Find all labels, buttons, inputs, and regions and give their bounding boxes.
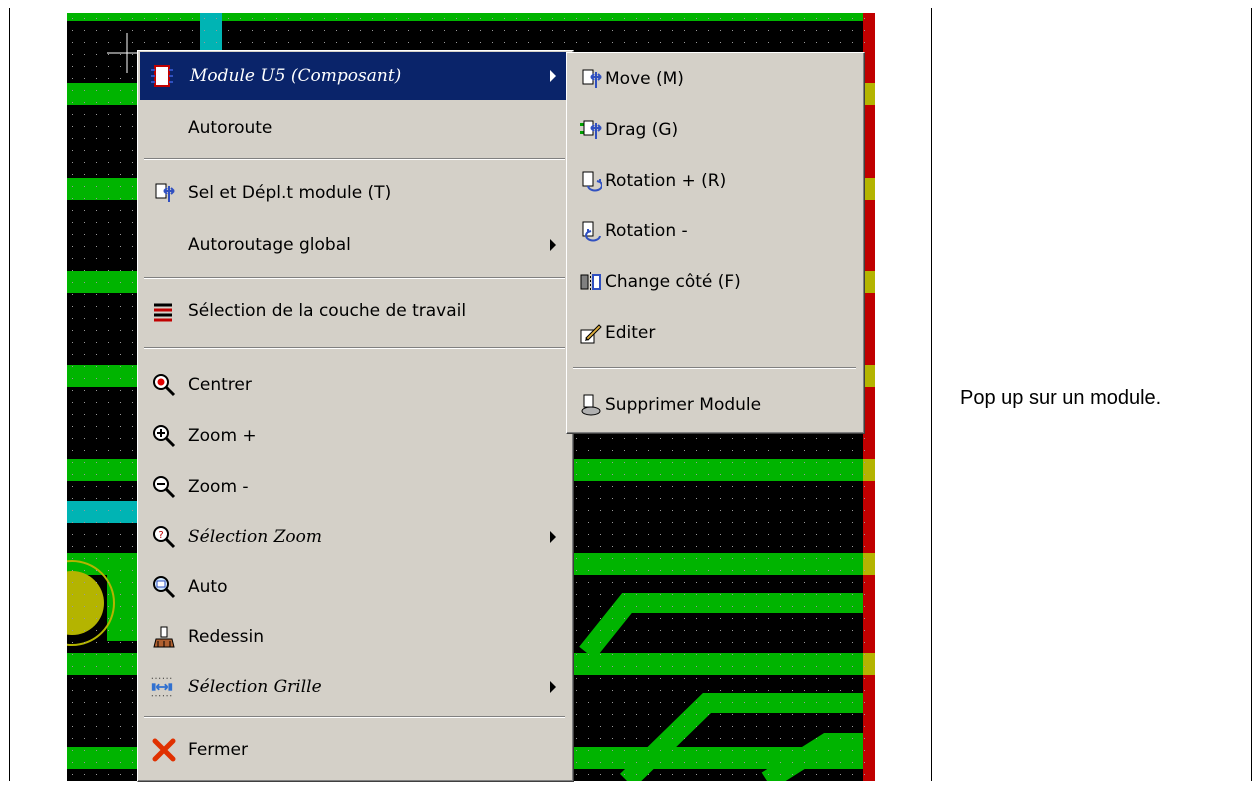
menu-item-autoroutage-global[interactable]: Autoroutage global <box>140 221 570 269</box>
submenu-item-supprimer-module[interactable]: Supprimer Module <box>569 381 861 429</box>
submenu-item-label: Rotation + (R) <box>605 171 727 191</box>
menu-item-label: Sel et Dépl.t module (T) <box>188 183 392 203</box>
edit-pencil-icon <box>579 321 603 345</box>
menu-item-label: Centrer <box>188 375 252 395</box>
menu-item-label: Autoroutage global <box>188 235 351 255</box>
menu-item-label: Autoroute <box>188 118 273 138</box>
menu-item-label: Sélection Grille <box>188 677 322 697</box>
submenu-arrow-icon <box>550 681 556 693</box>
svg-text:?: ? <box>158 530 163 541</box>
menu-item-fermer[interactable]: Fermer <box>140 726 570 774</box>
submenu-item-move[interactable]: Move (M) <box>569 55 861 103</box>
menu-item-label: Zoom - <box>188 477 249 497</box>
menu-item-zoom-minus[interactable]: Zoom - <box>140 463 570 511</box>
submenu-separator <box>573 367 856 369</box>
table-border-left <box>9 8 10 781</box>
menu-item-centrer[interactable]: Centrer <box>140 361 570 409</box>
move-module-icon <box>152 181 176 205</box>
menu-item-auto[interactable]: Auto <box>140 563 570 611</box>
submenu-item-rotation-minus[interactable]: Rotation - <box>569 207 861 255</box>
menu-item-label: Auto <box>188 577 228 597</box>
menu-item-selection-grille[interactable]: Sélection Grille <box>140 663 570 711</box>
menu-item-label: Zoom + <box>188 426 257 446</box>
grid-select-icon <box>150 675 174 699</box>
menu-item-label: Sélection Zoom <box>188 527 322 547</box>
zoom-center-icon <box>152 373 176 397</box>
menu-item-zoom-plus[interactable]: Zoom + <box>140 412 570 460</box>
flip-side-icon <box>579 270 603 294</box>
menu-separator <box>144 158 565 160</box>
layers-icon <box>152 299 176 323</box>
zoom-out-icon <box>152 475 176 499</box>
submenu-item-editer[interactable]: Editer <box>569 309 861 357</box>
context-menu: Module U5 (Composant) Autoroute Sel et D… <box>137 50 574 782</box>
module-submenu: Move (M) Drag (G) Rotation + (R) Rotatio… <box>566 52 865 434</box>
zoom-in-icon <box>152 424 176 448</box>
menu-item-selection-couche[interactable]: Sélection de la couche de travail <box>140 287 570 335</box>
submenu-arrow-icon <box>550 239 556 251</box>
caption-text: Pop up sur un module. <box>960 387 1162 409</box>
table-border-right <box>1251 8 1252 781</box>
submenu-item-rotation-plus[interactable]: Rotation + (R) <box>569 157 861 205</box>
zoom-select-icon: ? <box>152 525 176 549</box>
submenu-arrow-icon <box>550 531 556 543</box>
menu-item-label: Fermer <box>188 740 249 760</box>
move-icon <box>579 67 603 91</box>
submenu-item-label: Move (M) <box>605 69 684 89</box>
menu-item-label: Sélection de la couche de travail <box>188 301 467 321</box>
table-border-middle <box>931 8 932 781</box>
rotate-plus-icon <box>579 169 603 193</box>
menu-item-sel-deplt-module[interactable]: Sel et Dépl.t module (T) <box>140 169 570 217</box>
menu-separator <box>144 347 565 349</box>
menu-item-autoroute[interactable]: Autoroute <box>140 104 570 152</box>
menu-item-module-u5[interactable]: Module U5 (Composant) <box>140 52 570 100</box>
submenu-item-label: Rotation - <box>605 221 688 241</box>
menu-item-selection-zoom[interactable]: ? Sélection Zoom <box>140 513 570 561</box>
submenu-arrow-icon <box>550 70 556 82</box>
module-chip-icon <box>150 64 174 88</box>
rotate-minus-icon <box>579 219 603 243</box>
zoom-auto-icon <box>152 575 176 599</box>
redraw-brush-icon <box>152 625 176 649</box>
close-x-icon <box>152 738 176 762</box>
submenu-item-change-cote[interactable]: Change côté (F) <box>569 258 861 306</box>
submenu-item-drag[interactable]: Drag (G) <box>569 106 861 154</box>
drag-icon <box>579 118 603 142</box>
submenu-item-label: Supprimer Module <box>605 395 762 415</box>
submenu-item-label: Drag (G) <box>605 120 679 140</box>
submenu-item-label: Change côté (F) <box>605 272 741 292</box>
menu-item-label: Module U5 (Composant) <box>190 66 402 86</box>
menu-separator <box>144 277 565 279</box>
submenu-item-label: Editer <box>605 323 656 343</box>
delete-module-icon <box>579 393 603 417</box>
menu-separator <box>144 716 565 718</box>
menu-item-label: Redessin <box>188 627 264 647</box>
menu-item-redessin[interactable]: Redessin <box>140 613 570 661</box>
